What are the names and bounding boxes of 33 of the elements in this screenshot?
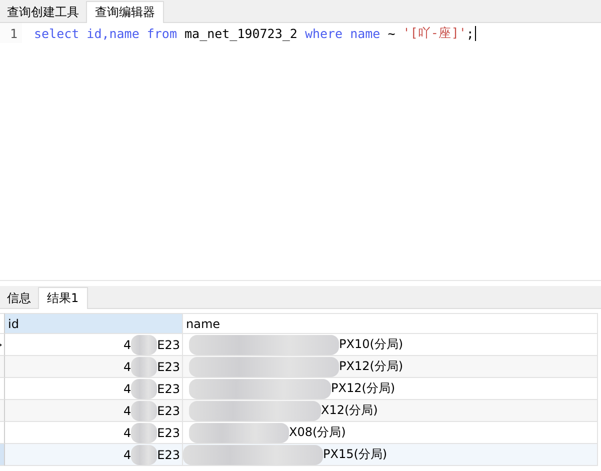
column-header[interactable]: id	[5, 313, 183, 334]
table-cell: PX10(分局)	[339, 336, 404, 353]
table-cell: X12(分局)	[321, 402, 378, 419]
table-cell: E23	[157, 404, 180, 418]
table-cell: 4	[124, 448, 132, 462]
tab[interactable]: 结果1	[38, 287, 88, 309]
table-cell: 4	[124, 338, 132, 352]
table-cell: PX15(分局)	[323, 446, 388, 463]
redaction-blur	[131, 378, 158, 398]
table-cell: 4	[124, 426, 132, 440]
table-cell: PX12(分局)	[331, 380, 396, 397]
redaction-blur	[131, 400, 158, 420]
table-cell: X08(分局)	[289, 424, 346, 441]
redaction-blur	[131, 356, 158, 376]
column-header[interactable]: name	[183, 313, 598, 334]
redaction-blur	[131, 444, 158, 464]
text-cursor	[474, 26, 476, 40]
table-cell: E23	[157, 338, 180, 352]
table-cell: E23	[157, 382, 180, 396]
redaction-blur	[131, 422, 158, 442]
line-number: 1	[0, 23, 22, 43]
table-cell: 4	[124, 360, 132, 374]
table-cell: PX12(分局)	[339, 358, 404, 375]
code-line[interactable]: select id,name from ma_net_190723_2 where name ~ '[吖-座]';	[22, 24, 474, 42]
table-cell: 4	[124, 404, 132, 418]
tab[interactable]: 查询编辑器	[86, 1, 164, 23]
table-cell: E23	[157, 426, 180, 440]
table-cell: E23	[157, 448, 180, 462]
table-cell: 4	[124, 382, 132, 396]
tab[interactable]: 信息	[0, 288, 38, 308]
table-cell: E23	[157, 360, 180, 374]
tab[interactable]: 查询创建工具	[0, 2, 86, 22]
redaction-blur	[131, 334, 158, 354]
